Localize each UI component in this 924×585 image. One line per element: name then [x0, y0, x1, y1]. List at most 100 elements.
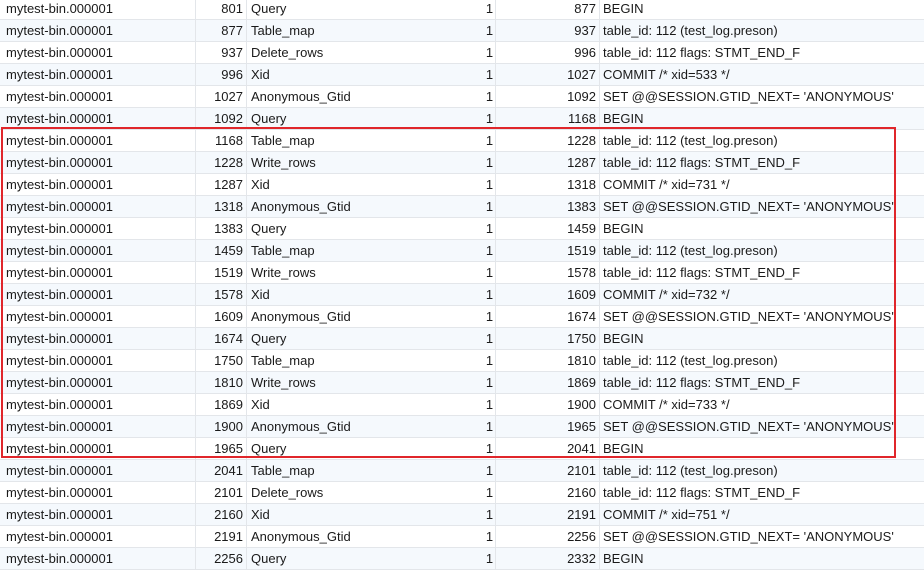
cell-info[interactable]: BEGIN [600, 548, 924, 569]
cell-server-id[interactable]: 1 [440, 20, 496, 41]
cell-info[interactable]: SET @@SESSION.GTID_NEXT= 'ANONYMOUS' [600, 306, 924, 327]
cell-end-log-pos[interactable]: 1228 [496, 130, 600, 151]
cell-info[interactable]: table_id: 112 flags: STMT_END_F [600, 372, 924, 393]
table-row[interactable]: mytest-bin.000001 996 Xid 1 1027 COMMIT /* xi… [0, 64, 924, 86]
cell-log-name[interactable]: mytest-bin.000001 [0, 152, 196, 173]
cell-end-log-pos[interactable]: 1287 [496, 152, 600, 173]
cell-end-log-pos[interactable]: 1383 [496, 196, 600, 217]
table-row[interactable]: mytest-bin.000001 801 Query 1 877 BEGIN [0, 0, 924, 20]
table-row[interactable]: mytest-bin.000001 1459 Table_map 1 1519 table… [0, 240, 924, 262]
cell-log-name[interactable]: mytest-bin.000001 [0, 526, 196, 547]
table-row[interactable]: mytest-bin.000001 1578 Xid 1 1609 COMMIT /* x… [0, 284, 924, 306]
cell-event-type[interactable]: Xid [247, 394, 440, 415]
cell-server-id[interactable]: 1 [440, 350, 496, 371]
cell-info[interactable]: table_id: 112 flags: STMT_END_F [600, 262, 924, 283]
cell-log-name[interactable]: mytest-bin.000001 [0, 130, 196, 151]
cell-pos[interactable]: 1750 [196, 350, 247, 371]
cell-log-name[interactable]: mytest-bin.000001 [0, 548, 196, 569]
table-row[interactable]: mytest-bin.000001 2191 Anonymous_Gtid 1 2256… [0, 526, 924, 548]
cell-pos[interactable]: 1383 [196, 218, 247, 239]
cell-server-id[interactable]: 1 [440, 416, 496, 437]
cell-pos[interactable]: 2160 [196, 504, 247, 525]
table-row[interactable]: mytest-bin.000001 1092 Query 1 1168 BEGIN [0, 108, 924, 130]
cell-event-type[interactable]: Delete_rows [247, 482, 440, 503]
cell-log-name[interactable]: mytest-bin.000001 [0, 108, 196, 129]
cell-pos[interactable]: 1228 [196, 152, 247, 173]
table-row[interactable]: mytest-bin.000001 877 Table_map 1 937 table_i… [0, 20, 924, 42]
cell-log-name[interactable]: mytest-bin.000001 [0, 372, 196, 393]
cell-end-log-pos[interactable]: 1965 [496, 416, 600, 437]
cell-server-id[interactable]: 1 [440, 108, 496, 129]
cell-event-type[interactable]: Xid [247, 284, 440, 305]
cell-server-id[interactable]: 1 [440, 262, 496, 283]
cell-server-id[interactable]: 1 [440, 130, 496, 151]
cell-event-type[interactable]: Anonymous_Gtid [247, 196, 440, 217]
cell-pos[interactable]: 1810 [196, 372, 247, 393]
cell-pos[interactable]: 1578 [196, 284, 247, 305]
cell-pos[interactable]: 1092 [196, 108, 247, 129]
cell-pos[interactable]: 2256 [196, 548, 247, 569]
cell-server-id[interactable]: 1 [440, 218, 496, 239]
cell-end-log-pos[interactable]: 1578 [496, 262, 600, 283]
cell-event-type[interactable]: Table_map [247, 240, 440, 261]
cell-end-log-pos[interactable]: 1318 [496, 174, 600, 195]
cell-server-id[interactable]: 1 [440, 174, 496, 195]
cell-info[interactable]: BEGIN [600, 218, 924, 239]
cell-end-log-pos[interactable]: 1027 [496, 64, 600, 85]
cell-info[interactable]: SET @@SESSION.GTID_NEXT= 'ANONYMOUS' [600, 196, 924, 217]
cell-server-id[interactable]: 1 [440, 64, 496, 85]
table-row[interactable]: mytest-bin.000001 1674 Query 1 1750 BEGIN [0, 328, 924, 350]
cell-log-name[interactable]: mytest-bin.000001 [0, 42, 196, 63]
cell-pos[interactable]: 1459 [196, 240, 247, 261]
cell-server-id[interactable]: 1 [440, 526, 496, 547]
cell-server-id[interactable]: 1 [440, 548, 496, 569]
cell-pos[interactable]: 1168 [196, 130, 247, 151]
table-row[interactable]: mytest-bin.000001 1168 Table_map 1 1228 table… [0, 130, 924, 152]
table-row[interactable]: mytest-bin.000001 1965 Query 1 2041 BEGIN [0, 438, 924, 460]
cell-end-log-pos[interactable]: 1519 [496, 240, 600, 261]
cell-log-name[interactable]: mytest-bin.000001 [0, 240, 196, 261]
cell-log-name[interactable]: mytest-bin.000001 [0, 284, 196, 305]
cell-info[interactable]: BEGIN [600, 0, 924, 19]
cell-server-id[interactable]: 1 [440, 0, 496, 19]
cell-info[interactable]: COMMIT /* xid=732 */ [600, 284, 924, 305]
cell-event-type[interactable]: Write_rows [247, 152, 440, 173]
cell-end-log-pos[interactable]: 1869 [496, 372, 600, 393]
cell-event-type[interactable]: Query [247, 438, 440, 459]
cell-end-log-pos[interactable]: 2256 [496, 526, 600, 547]
cell-end-log-pos[interactable]: 1810 [496, 350, 600, 371]
table-row[interactable]: mytest-bin.000001 2101 Delete_rows 1 2160 tab… [0, 482, 924, 504]
cell-info[interactable]: SET @@SESSION.GTID_NEXT= 'ANONYMOUS' [600, 416, 924, 437]
cell-event-type[interactable]: Xid [247, 64, 440, 85]
cell-event-type[interactable]: Anonymous_Gtid [247, 86, 440, 107]
cell-end-log-pos[interactable]: 937 [496, 20, 600, 41]
cell-end-log-pos[interactable]: 2191 [496, 504, 600, 525]
cell-log-name[interactable]: mytest-bin.000001 [0, 394, 196, 415]
cell-server-id[interactable]: 1 [440, 152, 496, 173]
cell-server-id[interactable]: 1 [440, 482, 496, 503]
table-row[interactable]: mytest-bin.000001 2256 Query 1 2332 BEGIN [0, 548, 924, 570]
cell-log-name[interactable]: mytest-bin.000001 [0, 438, 196, 459]
cell-event-type[interactable]: Table_map [247, 460, 440, 481]
cell-end-log-pos[interactable]: 1168 [496, 108, 600, 129]
cell-server-id[interactable]: 1 [440, 284, 496, 305]
cell-log-name[interactable]: mytest-bin.000001 [0, 416, 196, 437]
cell-server-id[interactable]: 1 [440, 240, 496, 261]
cell-server-id[interactable]: 1 [440, 86, 496, 107]
cell-info[interactable]: SET @@SESSION.GTID_NEXT= 'ANONYMOUS' [600, 86, 924, 107]
cell-event-type[interactable]: Table_map [247, 20, 440, 41]
table-row[interactable]: mytest-bin.000001 1869 Xid 1 1900 COMMIT /* x… [0, 394, 924, 416]
cell-pos[interactable]: 1965 [196, 438, 247, 459]
cell-event-type[interactable]: Query [247, 108, 440, 129]
cell-pos[interactable]: 1287 [196, 174, 247, 195]
cell-pos[interactable]: 1869 [196, 394, 247, 415]
cell-info[interactable]: table_id: 112 flags: STMT_END_F [600, 152, 924, 173]
cell-info[interactable]: BEGIN [600, 108, 924, 129]
cell-pos[interactable]: 1519 [196, 262, 247, 283]
cell-info[interactable]: COMMIT /* xid=731 */ [600, 174, 924, 195]
cell-event-type[interactable]: Table_map [247, 350, 440, 371]
cell-pos[interactable]: 1609 [196, 306, 247, 327]
cell-pos[interactable]: 1674 [196, 328, 247, 349]
table-row[interactable]: mytest-bin.000001 1750 Table_map 1 1810 table… [0, 350, 924, 372]
cell-info[interactable]: table_id: 112 flags: STMT_END_F [600, 482, 924, 503]
